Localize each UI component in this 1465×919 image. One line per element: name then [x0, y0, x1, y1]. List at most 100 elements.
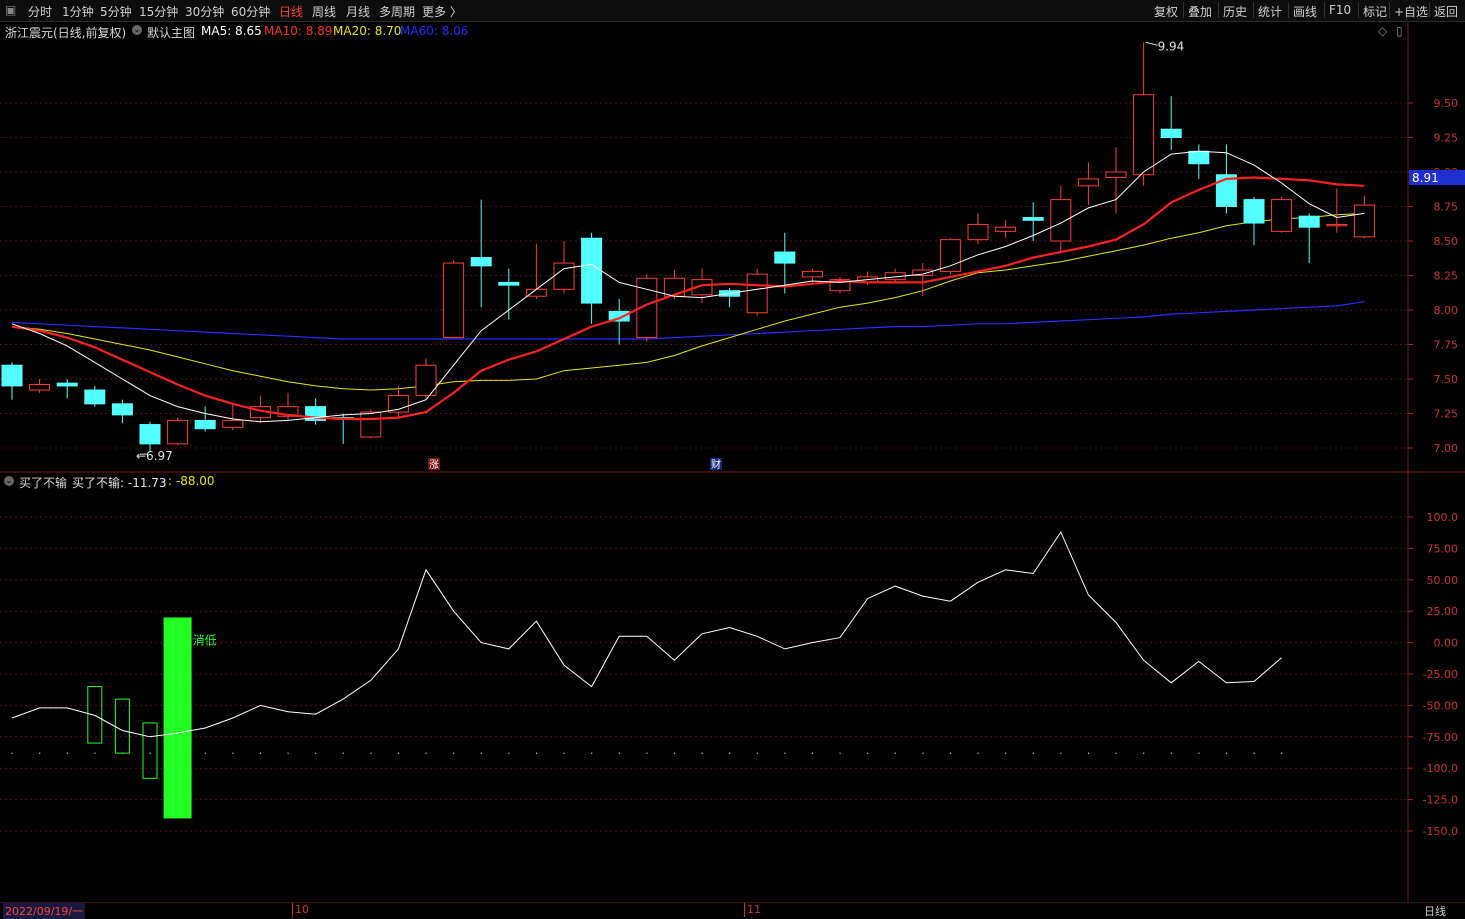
dotted-level-point: [425, 752, 427, 754]
candle-body[interactable]: [1077, 178, 1099, 187]
candle-body[interactable]: [167, 419, 189, 445]
dotted-level-point: [811, 752, 814, 754]
candle-body[interactable]: [443, 262, 465, 339]
candle-body[interactable]: [746, 273, 768, 314]
dotted-level-point: [867, 752, 869, 754]
main-y-tick-label: 8.00: [1434, 304, 1459, 317]
main-y-tick-label: 7.50: [1434, 373, 1459, 386]
dotted-level-point: [701, 752, 703, 754]
dotted-level-point: [480, 752, 482, 754]
candle-body[interactable]: [360, 411, 382, 438]
signal-outline-bar: [142, 722, 158, 779]
sub-y-tick-label: 25.00: [1427, 605, 1459, 618]
candle-body[interactable]: [1105, 171, 1127, 179]
dotted-level-point: [673, 752, 676, 754]
dotted-level-point: [977, 752, 979, 754]
dotted-level-point: [232, 752, 234, 754]
dotted-level-point: [1198, 752, 1200, 754]
candle-body[interactable]: [553, 262, 575, 290]
dotted-level-point: [39, 752, 41, 754]
dotted-level-point: [94, 752, 96, 754]
dotted-level-point: [1087, 752, 1090, 754]
zhang-marker[interactable]: 涨: [429, 459, 439, 471]
candle-body[interactable]: [84, 389, 106, 405]
dotted-level-point: [1032, 752, 1034, 754]
main-y-tick-label: 7.25: [1434, 408, 1459, 421]
main-y-tick-label: 8.25: [1434, 270, 1459, 283]
candle-body[interactable]: [581, 237, 603, 304]
date-axis-bar: 2022/09/19/一 10 11 日线: [0, 903, 1465, 919]
main-y-tick-label: 7.00: [1434, 442, 1459, 455]
ma10-line: [11, 176, 1365, 421]
ma60-line: [11, 301, 1365, 340]
kline-chart[interactable]: 9.509.259.008.758.508.258.007.757.507.25…: [0, 0, 1465, 917]
dotted-level-point: [535, 752, 538, 754]
dotted-level-point: [894, 752, 896, 754]
candle-body[interactable]: [1353, 204, 1375, 238]
dotted-level-point: [784, 752, 786, 754]
dotted-level-point: [370, 752, 372, 754]
candle-body[interactable]: [1160, 128, 1182, 139]
sub-y-tick-label: 100.0: [1427, 511, 1459, 524]
candle-body[interactable]: [967, 223, 989, 241]
high-label: 9.94: [1158, 39, 1185, 53]
candle-body[interactable]: [1298, 215, 1320, 228]
candle-body[interactable]: [1133, 94, 1155, 176]
signal-outline-bar: [114, 698, 130, 754]
candle-body[interactable]: [111, 403, 133, 416]
candle-body[interactable]: [939, 239, 961, 272]
candle-body[interactable]: [194, 419, 216, 430]
candle-body[interactable]: [470, 257, 492, 267]
dotted-level-point: [839, 752, 841, 754]
sub-y-tick-label: -75.00: [1423, 731, 1458, 744]
month-tick: [744, 903, 745, 917]
low-label: ←6.97: [136, 449, 173, 463]
signal-outline-bar: [87, 686, 103, 744]
high-pointer: [1145, 41, 1158, 46]
candle-body[interactable]: [1271, 199, 1293, 232]
dotted-level-point: [315, 752, 317, 754]
main-y-tick-label: 8.50: [1434, 235, 1459, 248]
dotted-level-point: [949, 752, 952, 754]
candle-body[interactable]: [995, 226, 1017, 232]
dotted-level-point: [1253, 752, 1255, 754]
month-tick: [292, 903, 293, 917]
candle-body[interactable]: [1326, 223, 1348, 227]
candle-body[interactable]: [801, 270, 823, 278]
dotted-level-point: [591, 752, 593, 754]
dotted-level-point: [729, 752, 731, 754]
candle-body[interactable]: [1022, 217, 1044, 221]
cai-marker[interactable]: 财: [711, 458, 721, 471]
candle-body[interactable]: [222, 419, 244, 428]
dotted-level-point: [618, 752, 620, 754]
dotted-level-point: [646, 752, 648, 754]
dotted-level-point: [563, 752, 565, 754]
dotted-level-point: [508, 752, 510, 754]
sub-y-tick-label: 50.00: [1427, 574, 1459, 587]
sub-y-tick-label: -150.0: [1423, 825, 1458, 838]
dotted-level-point: [756, 752, 758, 754]
candle-body[interactable]: [1188, 150, 1210, 165]
candle-body[interactable]: [1, 364, 23, 387]
sub-y-tick-label: -125.0: [1423, 794, 1458, 807]
dotted-level-point: [287, 752, 289, 754]
sub-y-tick-label: 75.00: [1427, 542, 1459, 555]
sub-y-tick-label: -100.0: [1423, 762, 1458, 775]
candle-body[interactable]: [774, 251, 796, 264]
ma5-line: [11, 150, 1365, 423]
sub-y-tick-label: 0.00: [1434, 637, 1459, 650]
candle-body[interactable]: [498, 281, 520, 286]
buy-signal-label: 消低: [193, 633, 217, 647]
candle-body[interactable]: [139, 424, 161, 445]
dotted-level-point: [259, 752, 262, 754]
sub-y-tick-label: -50.00: [1423, 699, 1458, 712]
current-price-value: 8.91: [1412, 171, 1439, 185]
candle-body[interactable]: [1050, 199, 1072, 242]
dotted-level-point: [1005, 752, 1007, 754]
candle-body[interactable]: [56, 382, 78, 387]
dotted-level-point: [11, 752, 13, 754]
candle-body[interactable]: [1243, 199, 1265, 224]
ma20-line: [11, 212, 1365, 391]
dotted-level-point: [66, 752, 68, 754]
candle-body[interactable]: [29, 384, 51, 391]
